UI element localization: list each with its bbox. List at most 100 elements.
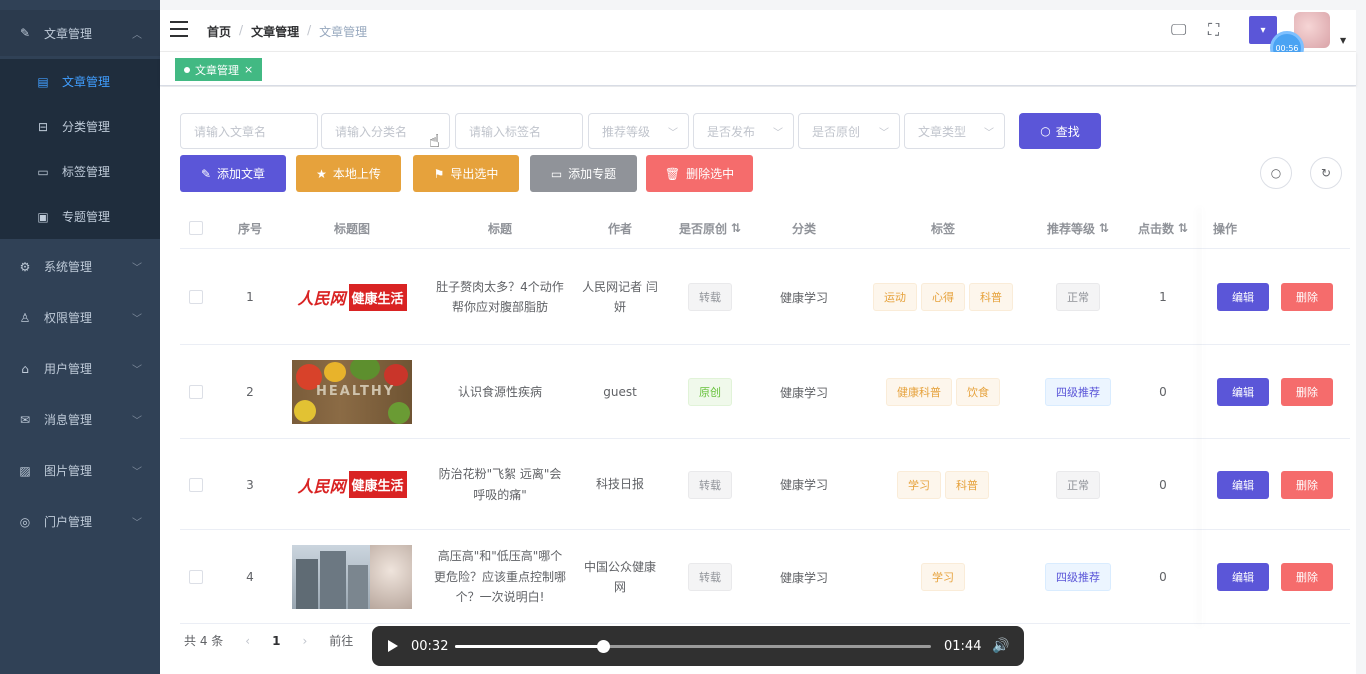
level-badge: 正常 [1056,470,1100,499]
close-icon[interactable]: × [244,63,253,76]
row-category: 健康学习 [779,385,828,400]
col-header-clicks[interactable]: 点击数 ⇅ [1128,207,1198,249]
row-title[interactable]: 肚子赘肉太多？4个动作帮你应对腹部脂肪 [430,249,570,345]
table-row: 3 人民网 健康生活 防治花粉"飞絮 远离"会呼吸的痛" 科技日报 转载 健康学习 学习 科普 正… [180,439,1350,530]
export-selected-button[interactable]: ⚑ 导出选中 [413,155,519,192]
row-checkbox[interactable] [189,477,203,492]
refresh-icon: ↻ [1320,166,1332,180]
sidebar-item-images[interactable]: ▨ 图片管理 ﹀ [0,445,160,496]
row-clicks: 0 [1159,570,1167,584]
recommend-level-select[interactable]: 推荐等级 ﹀ [588,113,689,149]
chevron-down-icon: ﹀ [668,127,678,139]
delete-button[interactable]: 删除 [1281,283,1333,311]
video-progress-bar[interactable] [455,639,931,653]
original-status-select[interactable]: 是否原创 ﹀ [798,113,900,149]
chevron-up-icon: ︿ [132,29,142,41]
search-button[interactable]: ○ 查找 [1019,113,1101,149]
row-checkbox[interactable] [189,385,203,399]
logo-box-text: 健康生活 [348,471,407,498]
edit-button[interactable]: 编辑 [1217,563,1269,591]
monitor-icon[interactable]: 🖵 [1171,20,1186,40]
prev-page-icon[interactable]: ‹ [245,634,250,648]
row-category: 健康学习 [779,570,828,585]
video-player-controls: 00:32 01:44 🔊 [372,626,1024,666]
article-tag: 饮食 [956,378,1000,406]
search-toggle-button[interactable]: ○ [1260,157,1292,189]
chevron-down-icon: ﹀ [132,518,142,529]
pagination-goto: 前往 [329,634,354,648]
select-all-checkbox[interactable] [189,221,203,235]
portal-icon: ◎ [19,514,31,529]
row-title[interactable]: 认识食源性疾病 [430,345,570,439]
flag-icon: ⚑ [433,166,445,181]
volume-icon[interactable]: 🔊 [992,638,1009,654]
article-thumbnail: 人民网 健康生活 [292,452,412,517]
building-shape [348,565,368,609]
edit-button[interactable]: 编辑 [1217,378,1269,406]
local-upload-button[interactable]: ★ 本地上传 [296,155,401,192]
article-thumbnail: HEALTHY [292,360,412,424]
sidebar-item-system[interactable]: ⚙ 系统管理 ﹀ [0,241,160,292]
sidebar-item-permission[interactable]: ♙ 权限管理 ﹀ [0,292,160,343]
article-tag: 健康科普 [886,378,952,406]
trash-icon: 🗑 [664,166,681,181]
add-article-button[interactable]: ✎ 添加文章 [180,155,286,192]
sidebar-item-article[interactable]: ▤ 文章管理 [0,59,160,104]
search-button-label: 查找 [1055,124,1080,139]
article-name-input[interactable]: 请输入文章名 [180,113,318,149]
article-tag: 学习 [921,563,965,591]
delete-button[interactable]: 删除 [1281,378,1333,406]
breadcrumb-section[interactable]: 文章管理 [251,23,299,40]
sidebar-item-portal[interactable]: ◎ 门户管理 ﹀ [0,496,160,547]
sidebar-item-category[interactable]: ⊟ 分类管理 [0,104,160,149]
delete-selected-button[interactable]: 🗑 删除选中 [646,155,753,192]
row-no: 3 [246,477,254,492]
row-checkbox[interactable] [189,290,203,304]
caret-down-icon[interactable]: ▼ [1340,36,1346,45]
edit-button[interactable]: 编辑 [1217,283,1269,311]
vegetable-shape [388,402,410,424]
sidebar-item-topic[interactable]: ▣ 专题管理 [0,194,160,239]
sidebar-item-label: 分类管理 [62,120,111,134]
tag-name-input[interactable]: 请输入标签名 [455,113,583,149]
level-badge: 四级推荐 [1045,563,1111,591]
export-selected-label: 导出选中 [450,167,499,181]
hamburger-icon[interactable] [170,21,188,37]
breadcrumb-home[interactable]: 首页 [207,23,231,40]
publish-status-select[interactable]: 是否发布 ﹀ [693,113,794,149]
vegetable-shape [294,400,316,422]
row-checkbox[interactable] [189,570,203,584]
video-progress-knob[interactable] [596,639,610,653]
col-header-level[interactable]: 推荐等级 ⇅ [1035,207,1121,249]
edit-button[interactable]: 编辑 [1217,470,1269,499]
pagination: 共 4 条 ‹ 1 › 前往 [184,632,353,649]
row-author: 人民网记者 闫妍 [582,279,658,314]
fullscreen-icon[interactable]: ⛶ [1208,20,1219,40]
article-type-select[interactable]: 文章类型 ﹀ [904,113,1005,149]
article-thumbnail: 人民网 健康生活 [292,265,412,329]
next-page-icon[interactable]: › [302,634,307,648]
fixed-column-shadow [1202,207,1203,627]
chevron-down-icon: ﹀ [132,365,142,376]
sidebar-item-messages[interactable]: ✉ 消息管理 ﹀ [0,394,160,445]
add-topic-button[interactable]: ▭ 添加专题 [530,155,637,192]
tags-view: 文章管理 × [160,52,1356,86]
add-article-label: 添加文章 [217,167,266,181]
delete-button[interactable]: 删除 [1281,470,1333,499]
sidebar-item-article-group[interactable]: ✎ 文章管理 ︿ [0,10,160,56]
sidebar-item-users[interactable]: ⌂ 用户管理 ﹀ [0,343,160,394]
col-header-original[interactable]: 是否原创 ⇅ [670,207,750,249]
logo-text: 人民网 [297,476,346,496]
tag-article-manage[interactable]: 文章管理 × [175,58,263,81]
row-title[interactable]: 高压高"和"低压高"哪个更危险？应该重点控制哪个？一次说明白! [430,530,570,624]
select-placeholder: 是否原创 [812,124,861,139]
refresh-button[interactable]: ↻ [1310,157,1342,189]
article-tag: 学习 [897,470,941,499]
page-number[interactable]: 1 [272,634,280,648]
play-icon[interactable] [388,640,398,652]
sidebar-item-tag[interactable]: ▭ 标签管理 [0,149,160,194]
level-badge: 正常 [1056,283,1100,311]
row-title[interactable]: 防治花粉"飞絮 远离"会呼吸的痛" [430,439,570,530]
delete-button[interactable]: 删除 [1281,563,1333,591]
blossom-shape [370,545,412,609]
